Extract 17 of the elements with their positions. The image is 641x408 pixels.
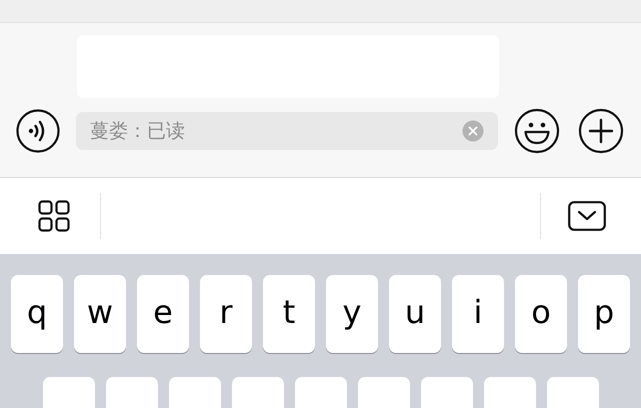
keyboard-key[interactable]: e: [137, 275, 189, 353]
keyboard-key[interactable]: t: [263, 275, 315, 353]
keyboard-key[interactable]: p: [578, 275, 630, 353]
keyboard-key[interactable]: o: [515, 275, 567, 353]
grid-icon[interactable]: [38, 200, 70, 232]
smiley-icon[interactable]: [514, 108, 560, 154]
keyboard-key[interactable]: r: [200, 275, 252, 353]
keyboard-key[interactable]: y: [326, 275, 378, 353]
keyboard-key[interactable]: w: [74, 275, 126, 353]
keyboard-key[interactable]: u: [389, 275, 441, 353]
message-input-field[interactable]: 蔓娄：已读: [76, 112, 498, 150]
voice-icon[interactable]: [16, 109, 60, 153]
keyboard-key[interactable]: q: [11, 275, 63, 353]
keyboard-hide-icon[interactable]: [568, 201, 606, 231]
clear-icon[interactable]: [462, 120, 484, 142]
plus-icon[interactable]: [578, 108, 624, 154]
keyboard-key[interactable]: i: [452, 275, 504, 353]
